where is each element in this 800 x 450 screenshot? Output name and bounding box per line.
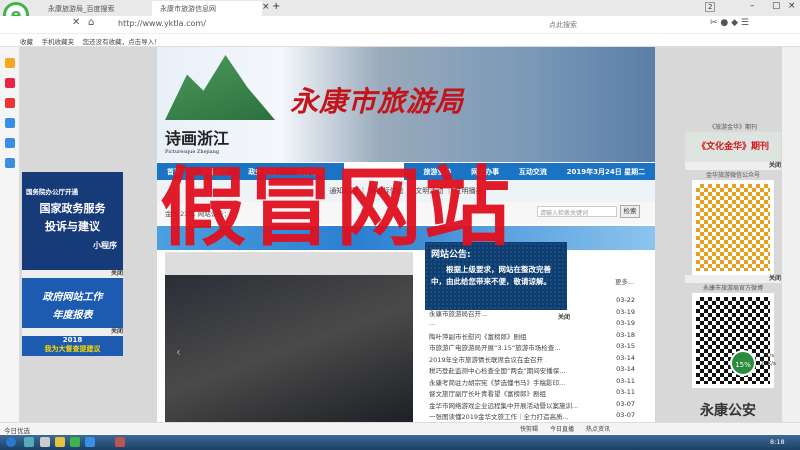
ad-gov-service[interactable]: 国务院办公厅开通 国家政务服务 投诉与建议 小程序 [22,172,123,270]
browser-search-input[interactable]: 点此搜索 [545,18,685,32]
slider-image[interactable] [165,275,413,422]
ad-annual-report[interactable]: 政府网站工作 年度报表 [22,278,123,328]
news-item[interactable]: 市旅游广电旅游局开展“3.15”旅游市场检查... 03-15 [425,342,635,354]
news-title[interactable]: 督文旅厅副厅长叶青看望《富榜郎》剧组 [429,388,546,400]
right-ads: 《旅游金华》期刊 《文化金华》期刊 关闭 金华旅游微信公众号 关闭 永康市旅游局… [685,122,781,388]
news-date: 03-22 [616,296,635,304]
scrollbar[interactable] [782,47,800,422]
clock[interactable]: 8:18 [770,438,785,446]
close-tab-icon[interactable]: × [262,2,270,12]
news-date: 03-15 [616,342,635,350]
app-icon[interactable] [85,437,95,447]
news-date: 03-14 [616,365,635,373]
more-link[interactable]: 更多... [615,276,634,286]
fake-site-warning: 假冒网站 [160,158,512,258]
status-clip[interactable]: 快剪辑 [520,424,538,433]
news-title[interactable]: 2019年全市旅游情长联席会议在金召开 [429,354,543,366]
banner-title: 永康市旅游局 [290,85,465,118]
status-bar: 今日优选 [0,422,800,435]
tab-count[interactable]: 2 [705,2,716,12]
new-tab-icon[interactable]: + [272,1,280,12]
watermark: 永康公安 [700,403,756,419]
site-logo: 诗画浙江 Picturesque Zhejiang [165,129,230,155]
left-ads: 国务院办公厅开通 国家政务服务 投诉与建议 小程序 关闭 政府网站工作 年度报表 … [22,172,123,356]
doc-icon[interactable] [5,138,15,148]
browser-icon[interactable] [70,437,80,447]
journal-banner[interactable]: 《文化金华》期刊 [685,132,781,162]
url-input[interactable]: http://www.yktla.com/ [118,19,206,28]
ie-icon[interactable] [24,437,34,447]
caption: 《旅游金华》期刊 [708,124,757,131]
news-item[interactable]: 督文旅厅副厅长叶青看望《富榜郎》剧组 03-11 [425,388,635,400]
news-item[interactable]: 税巧登赴监测中心检查全国“两会”期间安播保... 03-14 [425,365,635,377]
news-item[interactable]: 2019年全市旅游情长联席会议在金召开 03-14 [425,354,635,366]
news-title[interactable]: 永康考简驻力胡宗宪《梦选懂书马》手稿影印... [429,377,565,389]
menu-icon[interactable]: ✂ ● ◆ ☰ [710,18,749,28]
weibo-icon[interactable] [5,98,15,108]
speed-percent[interactable]: 15% [730,350,756,376]
caption: 永康市旅游局官方微博 [702,285,763,292]
news-title[interactable]: 陶叶萍副市长慰问《富榜郎》剧组 [429,331,527,343]
ad-close-button[interactable]: 关闭 [22,328,123,336]
notice-close-button[interactable]: 关闭 [558,312,570,321]
ad-close-button[interactable]: 关闭 [685,162,781,170]
bookmark-import[interactable]: 您还没有收藏，点击导入！ [83,38,161,46]
site-search-button[interactable]: 检索 [620,205,640,218]
news-title[interactable]: 税巧登赴监测中心检查全国“两会”期间安播保... [429,365,565,377]
news-date: 03-19 [616,307,635,316]
news-date: 03-11 [616,376,635,385]
nav-interact[interactable]: 互动交流 [519,167,547,177]
close-window-icon[interactable]: × [788,1,796,11]
note-icon[interactable] [5,158,15,168]
news-item[interactable]: ... 03-19 [425,319,635,331]
stop-icon[interactable]: ✕ [72,17,80,28]
news-list: 金华市旅游局关于发布...03-22永康市旅游局召开...03-19...03-… [425,296,635,423]
slider-prev-icon[interactable]: ‹ [176,345,181,359]
ad-close-button[interactable]: 关闭 [22,270,123,278]
news-date: 03-11 [616,388,635,396]
folder-icon[interactable] [55,437,65,447]
status-right: 快剪辑 今日直播 热点资讯 [520,424,610,433]
status-news[interactable]: 热点资讯 [586,424,610,433]
app-icon[interactable] [5,78,15,88]
maximize-icon[interactable]: ▢ [772,1,781,11]
caption: 金华旅游微信公众号 [705,172,760,179]
bookmark-mobile[interactable]: 手机收藏夹 [42,38,75,46]
news-title[interactable]: 金华市网络游戏企业远程集中开展活动暨以案施训... [429,400,578,412]
speed-readout: 0.7K/s 123K/s [757,353,776,367]
nav-date: 2019年3月24日 星期二 [566,167,646,176]
news-title[interactable]: 市旅游广电旅游局开展“3.15”旅游市场检查... [429,342,560,354]
ad-close-button[interactable]: 关闭 [685,275,781,283]
news-title[interactable]: ... [429,319,435,331]
news-date: 03-14 [616,353,635,362]
status-today[interactable]: 今日优选 [4,427,30,435]
site-search-input[interactable]: 请输入检索关键词 [537,206,617,217]
mail-icon[interactable] [5,118,15,128]
star-icon[interactable] [5,58,15,68]
tab-tourism-site[interactable]: 永康市旅游信息网 [152,1,262,16]
app-icon[interactable] [115,437,125,447]
bookmark-favorites[interactable]: 收藏 [20,38,33,46]
news-item[interactable]: 永康考简驻力胡宗宪《梦选懂书马》手稿影印... 03-11 [425,377,635,389]
tab-baidu[interactable]: 永康旅游局_百度搜索 [40,1,150,16]
news-date: 03-07 [616,411,635,419]
minimize-icon[interactable]: – [750,1,755,11]
notice-body: 根据上级要求，网站在整改完善中，由此给您带来不便，敬请谅解。 [431,265,551,286]
bookmarks-bar: 收藏 手机收藏夹 您还没有收藏，点击导入！ [0,34,800,47]
news-date: 03-07 [616,399,635,408]
explorer-icon[interactable] [40,437,50,447]
news-date: 03-18 [616,330,635,339]
news-item[interactable]: 金华市网络游戏企业远程集中开展活动暨以案施训... 03-07 [425,400,635,412]
news-item[interactable]: 一张图读懂2019金华文旅工作｜全力打造高质... 03-07 [425,411,635,423]
status-live[interactable]: 今日直播 [550,424,574,433]
start-icon[interactable] [6,437,16,447]
wechat-qr-code [692,180,774,275]
news-title[interactable]: 一张图读懂2019金华文旅工作｜全力打造高质... [429,411,569,423]
home-icon[interactable]: ⌂ [88,17,94,28]
news-date: 03-19 [616,319,635,327]
ad-2018-suggestion[interactable]: 2018 我为大督查提建议 [22,336,123,356]
news-item[interactable]: 陶叶萍副市长慰问《富榜郎》剧组 03-18 [425,331,635,343]
weibo-qr-code [692,293,774,388]
